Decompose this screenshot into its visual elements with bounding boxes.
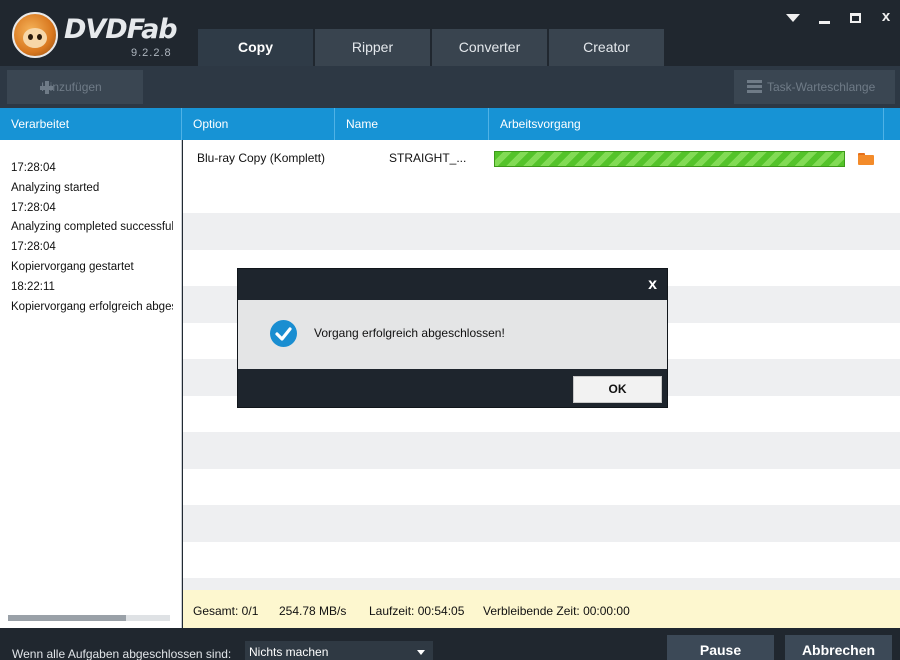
empty-row [183,505,900,542]
pause-button[interactable]: Pause [667,635,774,660]
tab-converter[interactable]: Converter [432,29,547,66]
close-icon[interactable]: x [877,8,895,26]
title-bar: DVDFab 9.2.2.8 x Copy Ripper Converter C… [0,0,900,66]
brand-name: DVDFab [64,14,178,45]
column-operation[interactable]: Arbeitsvorgang [489,108,884,140]
add-button[interactable]: Hinzufügen [7,70,143,104]
column-processed: Verarbeitet [0,108,182,140]
status-total: Gesamt: 0/1 [193,604,259,618]
main-tabs: Copy Ripper Converter Creator [198,29,666,66]
completion-dialog: x Vorgang erfolgreich abgeschlossen! OK [237,268,668,408]
dialog-close-icon[interactable]: x [648,276,657,294]
when-done-value: Nichts machen [249,645,329,659]
tab-ripper[interactable]: Ripper [315,29,430,66]
tab-creator[interactable]: Creator [549,29,664,66]
empty-row [183,578,900,590]
task-row[interactable]: Blu-ray Copy (Komplett) STRAIGHT_... [183,140,900,177]
log-line: 17:28:04 [11,241,56,254]
log-panel: 17:28:04 Analyzing started 17:28:04 Anal… [0,140,182,628]
task-option: Blu-ray Copy (Komplett) [197,151,326,165]
chevron-down-icon [417,650,425,655]
toolbar: Hinzufügen Task-Warteschlange [0,66,900,108]
task-queue-label: Task-Warteschlange [767,80,876,94]
app-logo [12,12,58,58]
tab-copy[interactable]: Copy [198,29,313,66]
checkmark-icon [270,320,297,347]
dialog-message: Vorgang erfolgreich abgeschlossen! [314,326,505,340]
log-line: 18:22:11 [11,280,55,293]
log-line: Analyzing completed successfully [11,221,173,234]
folder-icon[interactable] [858,153,874,165]
status-remaining: Verbleibende Zeit: 00:00:00 [483,604,630,618]
logo-face [23,28,47,48]
ok-button[interactable]: OK [573,376,662,403]
empty-row [183,469,900,506]
dialog-body: Vorgang erfolgreich abgeschlossen! [238,300,667,369]
when-done-label: Wenn alle Aufgaben abgeschlossen sind: [12,647,232,660]
empty-row [183,213,900,250]
logo-eye-right [37,34,42,40]
minimize-icon[interactable] [819,21,830,24]
logo-eye-left [28,34,33,40]
log-line: Analyzing started [11,181,100,194]
app-version: 9.2.2.8 [131,47,172,59]
log-line: 17:28:04 [11,201,56,214]
log-horizontal-scrollbar[interactable] [8,615,170,621]
task-queue-button[interactable]: Task-Warteschlange [734,70,895,104]
menu-dropdown-icon[interactable] [786,14,800,22]
column-option[interactable]: Option [182,108,335,140]
log-line: Kopiervorgang erfolgreich abgeschlossen [11,300,173,313]
maximize-icon[interactable] [850,13,861,23]
plus-icon [40,81,53,94]
status-bar: Gesamt: 0/1 254.78 MB/s Laufzeit: 00:54:… [183,590,900,628]
bottom-bar: Wenn alle Aufgaben abgeschlossen sind: N… [0,628,900,660]
status-speed: 254.78 MB/s [279,604,347,618]
log-line: Kopiervorgang gestartet [11,260,134,273]
empty-row [183,432,900,469]
empty-row [183,177,900,214]
column-header-row: Verarbeitet Option Name Arbeitsvorgang [0,108,900,140]
cancel-button[interactable]: Abbrechen [785,635,892,660]
task-progress-bar [494,151,845,167]
log-list: 17:28:04 Analyzing started 17:28:04 Anal… [11,159,173,317]
when-done-select[interactable]: Nichts machen [245,641,433,660]
task-name: STRAIGHT_... [389,151,467,165]
log-line: 17:28:04 [11,162,56,174]
column-name[interactable]: Name [335,108,489,140]
list-icon [747,80,762,94]
status-runtime: Laufzeit: 00:54:05 [369,604,465,618]
empty-row [183,542,900,579]
scrollbar-thumb[interactable] [8,615,126,621]
